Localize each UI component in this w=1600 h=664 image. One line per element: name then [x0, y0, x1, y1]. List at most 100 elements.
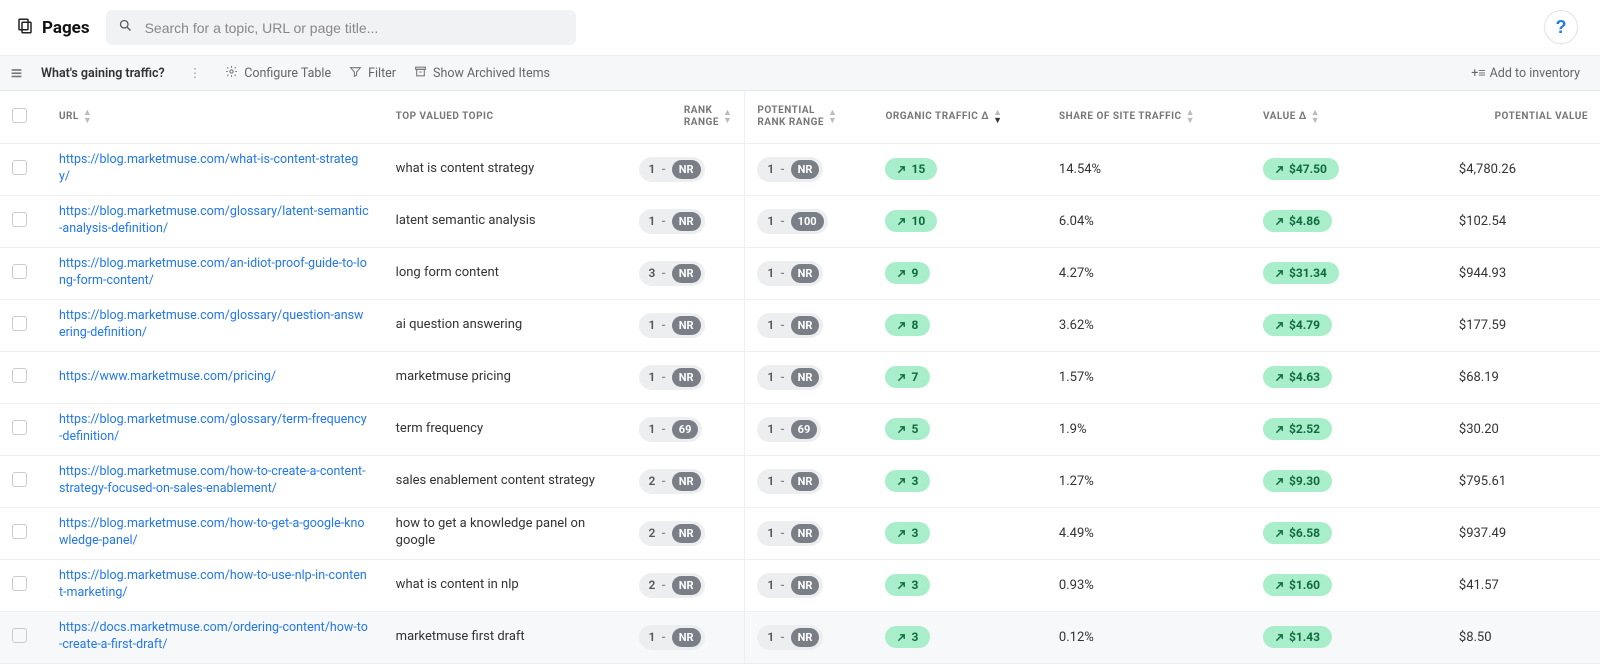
- page-url-link[interactable]: https://www.marketmuse.com/pricing/: [59, 369, 276, 386]
- organic-traffic-delta-pill: 3: [885, 574, 930, 596]
- page-url-link[interactable]: https://blog.marketmuse.com/glossary/que…: [59, 308, 369, 342]
- value-delta-pill: $2.52: [1263, 418, 1332, 440]
- page-url-link[interactable]: https://blog.marketmuse.com/what-is-cont…: [59, 152, 369, 186]
- archive-icon: [414, 65, 427, 82]
- arrow-up-right-icon: [1275, 633, 1284, 642]
- organic-traffic-delta-pill: 15: [885, 158, 937, 180]
- row-checkbox[interactable]: [12, 264, 27, 279]
- rank-range-pill: 1-NR: [639, 365, 705, 390]
- potential-value: $8.50: [1447, 611, 1600, 663]
- col-potential-rank-range[interactable]: POTENTIALRANK RANGE▲▼: [745, 91, 874, 143]
- rank-range-pill: 1-69: [639, 417, 703, 442]
- potential-value: $30.20: [1447, 403, 1600, 455]
- row-checkbox[interactable]: [12, 472, 27, 487]
- arrow-up-right-icon: [897, 269, 906, 278]
- col-share-traffic[interactable]: SHARE OF SITE TRAFFIC▲▼: [1047, 91, 1251, 143]
- page-url-link[interactable]: https://blog.marketmuse.com/glossary/ter…: [59, 412, 369, 446]
- share-of-traffic: 0.12%: [1047, 611, 1251, 663]
- sort-icon: ▲▼: [723, 109, 732, 125]
- potential-value: $41.57: [1447, 559, 1600, 611]
- rank-range-pill: 1-NR: [639, 625, 705, 650]
- share-of-traffic: 6.04%: [1047, 195, 1251, 247]
- filter-button[interactable]: Filter: [349, 65, 396, 82]
- arrow-up-right-icon: [1275, 529, 1284, 538]
- share-of-traffic: 1.9%: [1047, 403, 1251, 455]
- col-organic-traffic[interactable]: ORGANIC TRAFFIC Δ▲▼: [873, 91, 1046, 143]
- page-url-link[interactable]: https://blog.marketmuse.com/how-to-get-a…: [59, 516, 369, 550]
- page-url-link[interactable]: https://blog.marketmuse.com/how-to-use-n…: [59, 568, 369, 602]
- share-of-traffic: 4.27%: [1047, 247, 1251, 299]
- potential-rank-range-pill: 1-NR: [757, 521, 823, 546]
- top-valued-topic: long form content: [384, 247, 627, 299]
- row-checkbox[interactable]: [12, 316, 27, 331]
- top-valued-topic: what is content in nlp: [384, 559, 627, 611]
- row-checkbox[interactable]: [12, 212, 27, 227]
- arrow-up-right-icon: [1275, 269, 1284, 278]
- page-url-link[interactable]: https://docs.marketmuse.com/ordering-con…: [59, 620, 369, 654]
- col-url[interactable]: URL▲▼: [47, 91, 384, 143]
- page-url-link[interactable]: https://blog.marketmuse.com/how-to-creat…: [59, 464, 369, 498]
- rank-range-pill: 1-NR: [639, 157, 705, 182]
- add-list-icon: +≡: [1471, 66, 1485, 81]
- row-checkbox[interactable]: [12, 576, 27, 591]
- col-topic[interactable]: TOP VALUED TOPIC: [384, 91, 627, 143]
- page-url-link[interactable]: https://blog.marketmuse.com/an-idiot-pro…: [59, 256, 369, 290]
- view-name[interactable]: What's gaining traffic?: [41, 66, 165, 81]
- rank-range-pill: 2-NR: [639, 573, 705, 598]
- share-of-traffic: 1.57%: [1047, 351, 1251, 403]
- arrow-up-right-icon: [897, 425, 906, 434]
- arrow-up-right-icon: [1275, 165, 1284, 174]
- rank-range-pill: 1-NR: [639, 209, 705, 234]
- show-archived-button[interactable]: Show Archived Items: [414, 65, 550, 82]
- col-rank-range[interactable]: RANKRANGE▲▼: [627, 91, 745, 143]
- organic-traffic-delta-pill: 10: [885, 210, 937, 232]
- search-input[interactable]: [143, 19, 564, 37]
- page-title: Pages: [42, 18, 90, 38]
- share-of-traffic: 3.62%: [1047, 299, 1251, 351]
- rank-range-pill: 3-NR: [639, 261, 705, 286]
- potential-rank-range-pill: 1-NR: [757, 573, 823, 598]
- value-delta-pill: $9.30: [1263, 470, 1332, 492]
- page-url-link[interactable]: https://blog.marketmuse.com/glossary/lat…: [59, 204, 369, 238]
- value-delta-pill: $4.63: [1263, 366, 1332, 388]
- top-valued-topic: marketmuse first draft: [384, 611, 627, 663]
- select-all-checkbox[interactable]: [12, 108, 27, 123]
- sort-icon: ▲▼: [828, 109, 837, 125]
- arrow-up-right-icon: [1275, 373, 1284, 382]
- saved-views-icon[interactable]: [10, 67, 23, 80]
- potential-value: $944.93: [1447, 247, 1600, 299]
- col-value-delta[interactable]: VALUE Δ▲▼: [1251, 91, 1447, 143]
- share-of-traffic: 0.93%: [1047, 559, 1251, 611]
- topbar: Pages ?: [0, 0, 1600, 56]
- arrow-up-right-icon: [897, 321, 906, 330]
- row-checkbox[interactable]: [12, 420, 27, 435]
- arrow-up-right-icon: [897, 633, 906, 642]
- top-valued-topic: what is content strategy: [384, 143, 627, 195]
- potential-value: $102.54: [1447, 195, 1600, 247]
- table-row: https://blog.marketmuse.com/glossary/lat…: [0, 195, 1600, 247]
- search-box[interactable]: [106, 10, 576, 45]
- sort-icon: ▲▼: [993, 109, 1002, 125]
- help-button[interactable]: ?: [1544, 10, 1578, 44]
- arrow-up-right-icon: [1275, 581, 1284, 590]
- arrow-up-right-icon: [1275, 425, 1284, 434]
- add-to-inventory-button[interactable]: +≡ Add to inventory: [1471, 66, 1590, 81]
- arrow-up-right-icon: [897, 217, 906, 226]
- row-checkbox[interactable]: [12, 160, 27, 175]
- col-potential-value[interactable]: POTENTIAL VALUE: [1447, 91, 1600, 143]
- row-checkbox[interactable]: [12, 524, 27, 539]
- filter-icon: [349, 65, 362, 82]
- organic-traffic-delta-pill: 8: [885, 314, 930, 336]
- row-checkbox[interactable]: [12, 368, 27, 383]
- page-title-block: Pages: [16, 17, 90, 39]
- organic-traffic-delta-pill: 3: [885, 626, 930, 648]
- configure-table-button[interactable]: Configure Table: [225, 65, 331, 82]
- organic-traffic-delta-pill: 5: [885, 418, 930, 440]
- view-menu-kebab[interactable]: ⋮: [183, 65, 208, 81]
- top-valued-topic: marketmuse pricing: [384, 351, 627, 403]
- potential-value: $795.61: [1447, 455, 1600, 507]
- arrow-up-right-icon: [897, 373, 906, 382]
- arrow-up-right-icon: [897, 529, 906, 538]
- row-checkbox[interactable]: [12, 628, 27, 643]
- top-valued-topic: latent semantic analysis: [384, 195, 627, 247]
